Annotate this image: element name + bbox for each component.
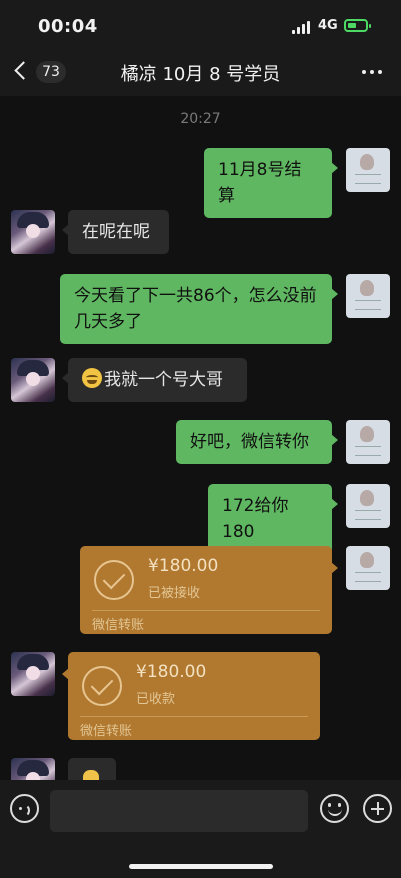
avatar[interactable] bbox=[346, 274, 390, 318]
message-bubble-outgoing[interactable]: 11月8号结算 bbox=[204, 148, 338, 218]
message-text: 172给你180 bbox=[222, 496, 289, 542]
voice-icon[interactable] bbox=[10, 794, 39, 823]
message-bubble-outgoing[interactable]: 172给你180 bbox=[208, 484, 338, 554]
avatar[interactable] bbox=[11, 210, 55, 254]
wave-emoji bbox=[83, 770, 99, 780]
message-text: 在呢在呢 bbox=[82, 222, 150, 242]
message-list[interactable]: 20:27 11月8号结算 在呢在呢 今天看了下一共86个，怎么没前几天多了 我… bbox=[0, 96, 401, 780]
transfer-amount: ¥180.00 bbox=[136, 662, 207, 682]
transfer-divider bbox=[92, 610, 320, 611]
message-bubble-outgoing[interactable]: 今天看了下一共86个，怎么没前几天多了 bbox=[60, 274, 338, 344]
input-bar bbox=[0, 780, 401, 878]
transfer-amount: ¥180.00 bbox=[148, 556, 219, 576]
chat-header: 73 橘凉 10月 8 号学员 bbox=[0, 48, 401, 96]
battery-icon bbox=[344, 19, 371, 32]
transfer-card[interactable]: ¥180.00 已被接收 微信转账 bbox=[80, 546, 338, 634]
grinning-sweat-emoji bbox=[82, 368, 102, 388]
message-text: 我就一个号大哥 bbox=[104, 370, 223, 390]
avatar[interactable] bbox=[346, 484, 390, 528]
transfer-label: 微信转账 bbox=[92, 618, 145, 633]
plus-icon[interactable] bbox=[363, 794, 392, 823]
avatar[interactable] bbox=[11, 652, 55, 696]
message-bubble-incoming[interactable]: 我就一个号大哥 bbox=[62, 358, 247, 402]
transfer-divider bbox=[80, 716, 308, 717]
transfer-status: 已被接收 bbox=[148, 586, 201, 601]
home-indicator[interactable] bbox=[129, 864, 273, 869]
chat-title: 橘凉 10月 8 号学员 bbox=[120, 64, 281, 85]
message-text: 今天看了下一共86个，怎么没前几天多了 bbox=[74, 286, 317, 332]
avatar[interactable] bbox=[346, 420, 390, 464]
message-text: 11月8号结算 bbox=[218, 160, 302, 206]
signal-icon bbox=[292, 20, 310, 34]
avatar[interactable] bbox=[11, 358, 55, 402]
check-icon bbox=[94, 560, 134, 600]
network-label: 4G bbox=[318, 18, 338, 33]
avatar[interactable] bbox=[346, 546, 390, 590]
message-bubble-outgoing[interactable]: 好吧，微信转你 bbox=[176, 420, 338, 464]
time-divider: 20:27 bbox=[180, 111, 221, 127]
message-text: 好吧，微信转你 bbox=[190, 432, 309, 452]
transfer-card[interactable]: ¥180.00 已收款 微信转账 bbox=[62, 652, 320, 740]
status-bar: 00:04 4G bbox=[0, 0, 401, 48]
avatar[interactable] bbox=[11, 758, 55, 780]
transfer-label: 微信转账 bbox=[80, 724, 133, 739]
emoji-icon[interactable] bbox=[320, 794, 349, 823]
message-bubble-incoming[interactable] bbox=[68, 758, 116, 780]
transfer-status: 已收款 bbox=[136, 692, 176, 707]
status-time: 00:04 bbox=[38, 16, 98, 37]
check-icon bbox=[82, 666, 122, 706]
message-bubble-incoming[interactable]: 在呢在呢 bbox=[62, 210, 169, 254]
avatar[interactable] bbox=[346, 148, 390, 192]
message-input[interactable] bbox=[50, 790, 308, 832]
more-icon[interactable] bbox=[362, 70, 382, 74]
